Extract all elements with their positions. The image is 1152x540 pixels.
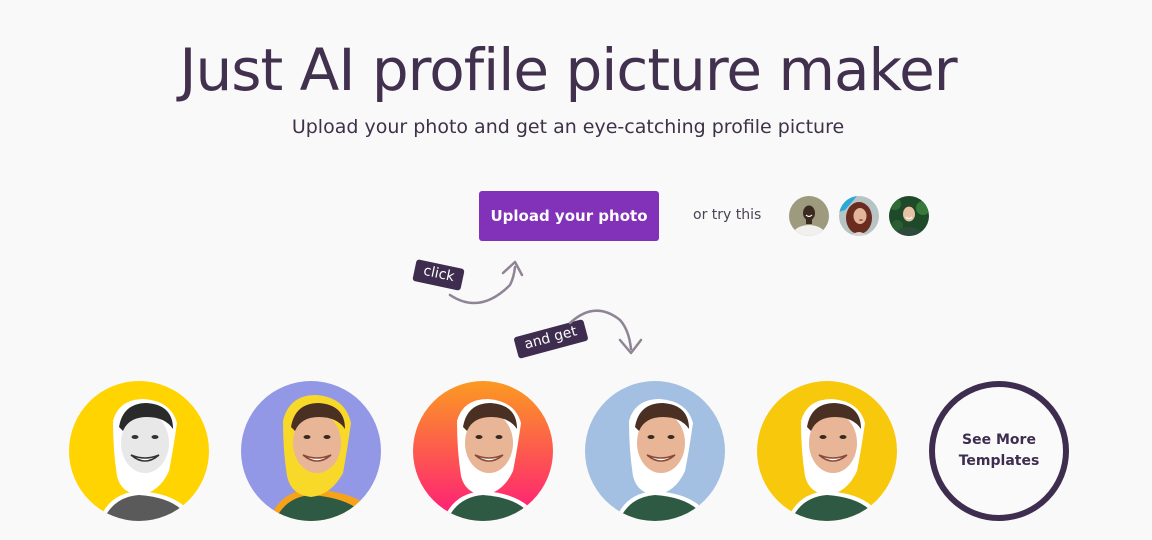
sample-photo-1[interactable] xyxy=(789,196,829,236)
template-avatar-outline-icon xyxy=(241,381,381,521)
template-avatar-yellow-icon xyxy=(757,381,897,521)
upload-photo-button[interactable]: Upload your photo xyxy=(479,191,659,241)
page-title: Just AI profile picture maker xyxy=(179,36,957,104)
template-light-blue[interactable] xyxy=(585,381,725,521)
sample-photo-man-smiling-icon xyxy=(789,196,829,236)
see-more-templates-button[interactable]: See More Templates xyxy=(929,381,1069,521)
sample-photo-2[interactable] xyxy=(839,196,879,236)
template-orange-pink-gradient[interactable] xyxy=(413,381,553,521)
template-yellow[interactable] xyxy=(757,381,897,521)
try-this-label: or try this xyxy=(693,207,762,223)
see-more-line1: See More xyxy=(962,432,1036,448)
sample-photo-3[interactable] xyxy=(889,196,929,236)
template-avatar-gradient-icon xyxy=(413,381,553,521)
curved-arrow-up-icon xyxy=(448,260,524,305)
template-black-and-white-on-yellow[interactable] xyxy=(69,381,209,521)
sample-photo-woman-red-hair-icon xyxy=(839,196,879,236)
template-avatar-blue-icon xyxy=(585,381,725,521)
see-more-line2: Templates xyxy=(958,453,1040,469)
curved-arrow-down-icon xyxy=(568,309,643,355)
page-subtitle: Upload your photo and get an eye-catchin… xyxy=(291,116,845,138)
sample-photo-man-green-leaves-icon xyxy=(889,196,929,236)
template-avatar-grayscale-icon xyxy=(69,381,209,521)
template-yellow-outline-on-lavender[interactable] xyxy=(241,381,381,521)
